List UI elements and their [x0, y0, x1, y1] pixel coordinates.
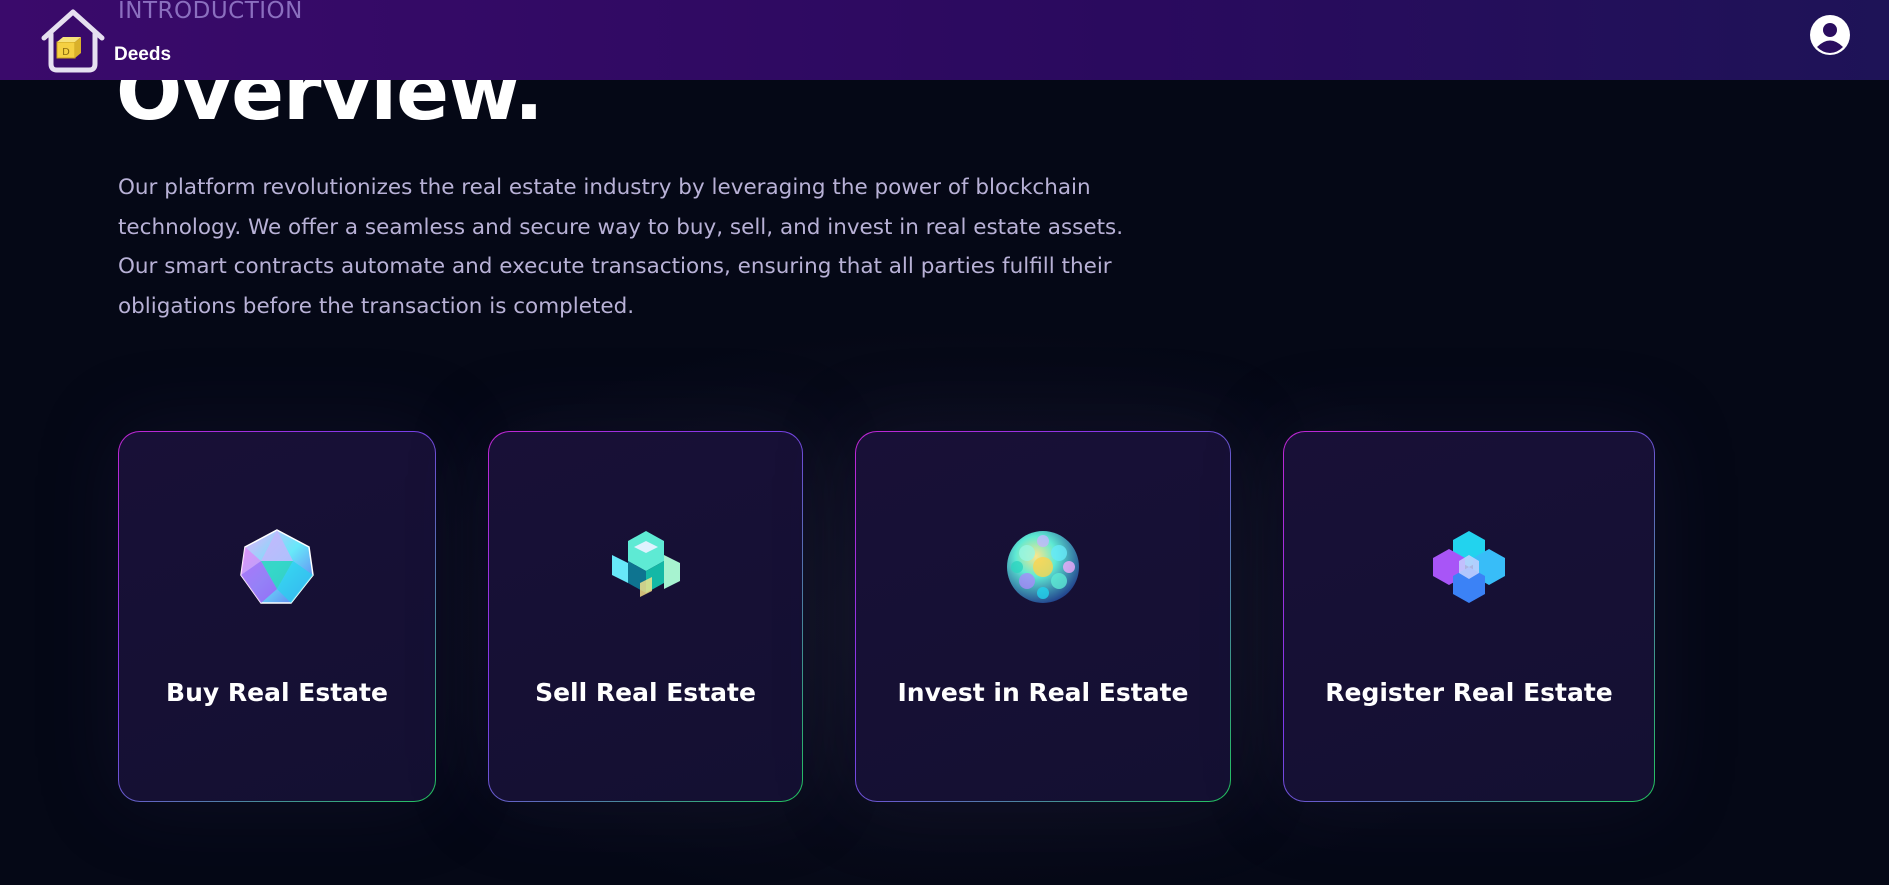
card-body: Invest in Real Estate: [856, 432, 1230, 801]
card-title: Invest in Real Estate: [897, 678, 1189, 707]
card-title: Register Real Estate: [1325, 678, 1613, 707]
hexagon-cluster-icon: [1429, 527, 1509, 607]
overview-description: Our platform revolutionizes the real est…: [118, 175, 1124, 319]
service-card-sell[interactable]: Sell Real Estate: [488, 431, 803, 802]
cube-cluster-icon: [606, 527, 686, 607]
house-icon[interactable]: D: [38, 8, 108, 74]
card-body: Register Real Estate: [1284, 432, 1654, 801]
card-body: Buy Real Estate: [119, 432, 435, 801]
service-card-invest[interactable]: Invest in Real Estate: [855, 431, 1231, 802]
card-body: Sell Real Estate: [489, 432, 802, 801]
card-title: Sell Real Estate: [535, 678, 756, 707]
svg-text:D: D: [62, 47, 70, 58]
service-card-register[interactable]: Register Real Estate: [1283, 431, 1655, 802]
icosahedron-icon: [237, 527, 317, 607]
service-card-buy[interactable]: Buy Real Estate: [118, 431, 436, 802]
brand-name[interactable]: Deeds: [114, 44, 171, 66]
user-circle-icon[interactable]: [1809, 14, 1851, 56]
sphere-icon: [1003, 527, 1083, 607]
card-title: Buy Real Estate: [166, 678, 388, 707]
page: D Deeds INTRODUCTION Overview. Our platf…: [0, 0, 1889, 885]
section-subtitle: INTRODUCTION: [118, 0, 303, 24]
